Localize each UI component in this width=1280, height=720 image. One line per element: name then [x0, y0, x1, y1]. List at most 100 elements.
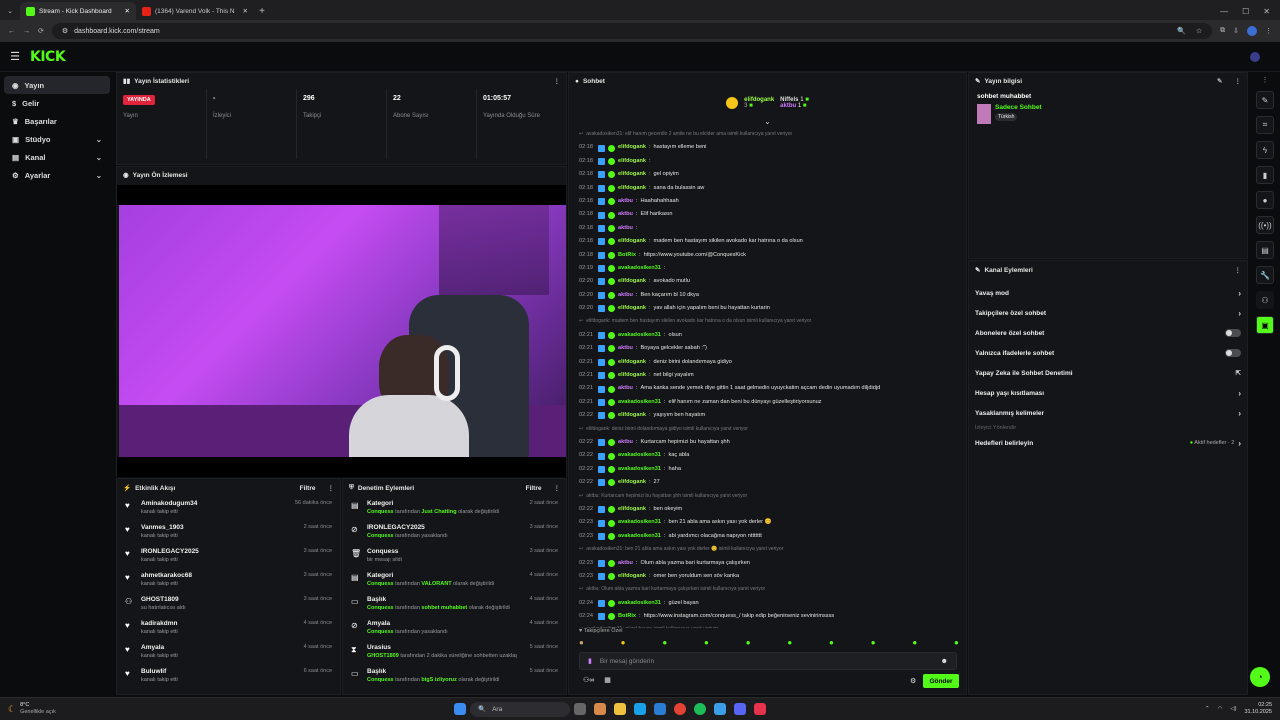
activity-user[interactable]: Vanmes_1903	[141, 524, 184, 531]
close-icon[interactable]: ✕	[243, 7, 248, 15]
chat-username[interactable]: elifdogank	[618, 409, 646, 422]
chrome-icon[interactable]	[674, 703, 686, 715]
chat-message[interactable]: 02:21 aktbu: Boyaya gelcekler sabah :")	[579, 342, 964, 355]
browser-menu-icon[interactable]: ⋮	[1265, 27, 1272, 35]
activity-user[interactable]: kadirakdmn	[141, 620, 178, 627]
chat-message[interactable]: 02:24 avakadosiken31: güzel bayan	[579, 597, 964, 610]
emote-icon[interactable]: ●	[621, 638, 626, 650]
extensions-icon[interactable]: ⧉	[1220, 27, 1225, 35]
chat-message[interactable]: 02:24 BotRix: https://www.instagram.com/…	[579, 610, 964, 623]
downloads-icon[interactable]: ⇩	[1233, 27, 1239, 35]
chat-username[interactable]: elifdogank	[618, 275, 646, 288]
moderation-item[interactable]: ▭ Başlık Conquess tarafından sohbet muha…	[343, 593, 566, 617]
moderation-item[interactable]: ⧗ Urasius GHOST1809 tarafından 2 dakika …	[343, 641, 566, 665]
app-icon[interactable]	[714, 703, 726, 715]
moderator-name[interactable]: Conquess	[367, 533, 394, 539]
hamburger-icon[interactable]: ☰	[0, 50, 30, 63]
window-close-icon[interactable]: ✕	[1263, 7, 1270, 16]
chat-username[interactable]: avakadosiken31	[618, 262, 661, 275]
chat-message[interactable]: 02:21 avakadosiken31: olsun	[579, 329, 964, 342]
kick-shortcut-icon[interactable]: ▣	[1256, 316, 1274, 334]
channel-action-item[interactable]: Takipçilere özel sohbet ›	[969, 303, 1247, 323]
tab-menu-icon[interactable]: ⌄	[0, 2, 20, 20]
emote-icon[interactable]: ●	[912, 638, 917, 650]
chat-username[interactable]: elifdogank	[618, 155, 646, 168]
chat-username[interactable]: elifdogank	[618, 476, 646, 489]
category-name[interactable]: Sadece Sohbet	[995, 104, 1042, 111]
chat-message[interactable]: 02:22 avakadosiken31: haha	[579, 463, 964, 476]
new-tab-icon[interactable]: +	[254, 2, 270, 20]
emote-icon[interactable]: ●	[579, 638, 584, 650]
help-button[interactable]: ◔	[1250, 667, 1270, 687]
more-icon[interactable]: ⋮	[1235, 266, 1242, 274]
wifi-icon[interactable]: ◠	[1218, 706, 1223, 712]
more-icon[interactable]: ⋮	[1262, 76, 1269, 84]
chat-message[interactable]: 02:18 BotRix: https://www.youtube.com/@C…	[579, 249, 964, 262]
kick-logo[interactable]: KICK	[30, 49, 66, 65]
chat-username[interactable]: aktbu	[618, 436, 633, 449]
tray-chevron-icon[interactable]: ⌃	[1205, 706, 1210, 712]
start-icon[interactable]	[454, 703, 466, 715]
activity-item[interactable]: ♥ IRONLEGACY2025 kanalı takip etti 3 saa…	[117, 545, 340, 569]
chat-username[interactable]: elifdogank	[618, 369, 646, 382]
moderator-name[interactable]: Conquess	[367, 509, 394, 515]
chat-username[interactable]: aktbu	[618, 195, 633, 208]
more-icon[interactable]: ⋮	[328, 484, 335, 492]
zoom-icon[interactable]: 🔍	[1177, 27, 1186, 35]
clipboard-icon[interactable]: ▮	[1256, 166, 1274, 184]
chat-username[interactable]: elifdogank	[618, 356, 646, 369]
chat-message[interactable]: 02:21 avakadosiken31: elif hanım ne zama…	[579, 396, 964, 409]
toggle-switch[interactable]	[1225, 349, 1241, 357]
chat-username[interactable]: elifdogank	[618, 570, 646, 583]
emote-icon[interactable]: ●	[954, 638, 959, 650]
chat-message[interactable]: 02:18 aktbu: Elif harikasın	[579, 208, 964, 221]
file-explorer-icon[interactable]	[614, 703, 626, 715]
chat-message[interactable]: 02:18 elifdogank: madem ben hastayım sik…	[579, 235, 964, 248]
send-button[interactable]: Gönder	[923, 674, 959, 688]
calendar-icon[interactable]: ▦	[604, 676, 611, 684]
moderation-item[interactable]: ▭ Başlık Conquess tarafından bigS izliyo…	[343, 665, 566, 689]
channel-action-item[interactable]: Yapay Zeka ile Sohbet Denetimi ⇱	[969, 363, 1247, 383]
activity-user[interactable]: Amyala	[141, 644, 178, 651]
chat-message[interactable]: 02:20 aktbu: Ben kaçarım bl 10 dkya	[579, 289, 964, 302]
set-goals-item[interactable]: Hedefleri belirleyin ● Aktif hedefler · …	[969, 433, 1247, 453]
chat-message[interactable]: 02:21 elifdogank: deniz birini dolandırm…	[579, 356, 964, 369]
site-info-icon[interactable]: ⚙	[62, 27, 68, 35]
chat-message[interactable]: 02:21 aktbu: Ama kanka sende yemek diye …	[579, 382, 964, 395]
task-view-icon[interactable]	[574, 703, 586, 715]
edit-icon[interactable]: ✎	[1217, 77, 1222, 85]
moderation-item[interactable]: ▤ Kategori Conquess tarafından VALORANT …	[343, 569, 566, 593]
moderator-name[interactable]: Conquess	[367, 581, 394, 587]
emoji-icon[interactable]: ☻	[941, 658, 948, 665]
moderator-name[interactable]: GHOST1809	[367, 653, 399, 659]
sidebar-item-yayin[interactable]: ◉ Yayın	[4, 76, 110, 94]
chat-message[interactable]: 02:20 elifdogank: yav allah için yapalım…	[579, 302, 964, 315]
activity-item[interactable]: ♥ Vanmes_1903 kanalı takip etti 2 saat ö…	[117, 521, 340, 545]
chat-username[interactable]: avakadosiken31	[618, 530, 661, 543]
more-icon[interactable]: ⋮	[554, 484, 561, 492]
sidebar-item-studyo[interactable]: ▣ Stüdyo ⌄	[4, 130, 110, 148]
video-preview[interactable]	[119, 205, 566, 457]
filter-button[interactable]: Filtre	[300, 485, 316, 492]
chat-message[interactable]: 02:18 aktbu: Haahahahhaah	[579, 195, 964, 208]
more-icon[interactable]: ⋮	[1235, 77, 1242, 85]
emote-icon[interactable]: ●	[746, 638, 751, 650]
chat-username[interactable]: aktbu	[618, 289, 633, 302]
chat-bubble-icon[interactable]: ●	[1256, 191, 1274, 209]
chat-message[interactable]: 02:21 elifdogank: net bilgi yayalım	[579, 369, 964, 382]
discord-icon[interactable]	[734, 703, 746, 715]
chat-username[interactable]: aktbu	[618, 208, 633, 221]
widgets-icon[interactable]	[594, 703, 606, 715]
user-avatar[interactable]	[1250, 51, 1260, 62]
broadcast-icon[interactable]: ((•))	[1256, 216, 1274, 234]
emote-icon[interactable]: ●	[704, 638, 709, 650]
filter-button[interactable]: Filtre	[526, 485, 542, 492]
chat-username[interactable]: aktbu	[618, 222, 633, 235]
chat-username[interactable]: avakadosiken31	[618, 597, 661, 610]
moderator-name[interactable]: Conquess	[367, 677, 394, 683]
url-field[interactable]: ⚙ dashboard.kick.com/stream 🔍 ☆	[51, 23, 1213, 39]
back-icon[interactable]: ←	[8, 28, 15, 35]
edge-icon[interactable]	[634, 703, 646, 715]
weather-widget[interactable]: ☾ 8°C Genellikle açık	[0, 702, 200, 716]
activity-item[interactable]: ♥ kadirakdmn kanalı takip etti 4 saat ön…	[117, 617, 340, 641]
